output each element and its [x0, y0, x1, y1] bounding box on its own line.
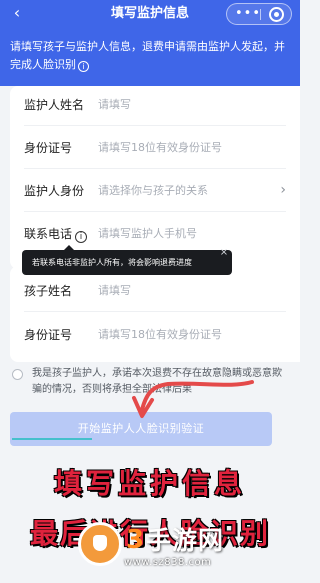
nav-bar: ‹ 填写监护信息 ••• [0, 0, 300, 28]
agreement-text: 我是孩子监护人，承诺本次退费不存在故意隐瞒或恶意欺骗的情况，否则将承担全部法律后… [32, 368, 282, 395]
field-label: 监护人姓名 [24, 98, 85, 112]
watermark-number: 3 [126, 525, 145, 555]
info-icon[interactable]: i [78, 61, 89, 72]
header-background: ‹ 填写监护信息 ••• 请填写孩子与监护人信息，退费申请需由监护人发起，并完成… [0, 0, 300, 86]
guardian-name-input[interactable]: 请填写 [98, 97, 131, 113]
capsule-divider [260, 9, 261, 20]
watermark-url: www.sz838.com [124, 557, 212, 568]
field-label: 联系电话 i [24, 226, 88, 243]
field-label: 孩子姓名 [24, 284, 73, 298]
notice-text: 请填写孩子与监护人信息，退费申请需由监护人发起，并完成人脸识别 i [10, 38, 294, 74]
close-icon[interactable]: × [218, 247, 230, 259]
field-label: 身份证号 [24, 141, 73, 155]
child-id-row[interactable]: 身份证号 请填写18位有效身份证号 [24, 316, 286, 356]
guardian-info-card: 监护人姓名 请填写 身份证号 请填写18位有效身份证号 监护人身份 请选择你与孩… [10, 86, 300, 269]
caption-line-1: 填写监护信息 [53, 467, 246, 500]
agreement: 我是孩子监护人，承诺本次退费不存在故意隐瞒或恶意欺骗的情况，否则将承担全部法律后… [12, 366, 290, 402]
mini-program-capsule: ••• [226, 3, 292, 25]
watermark-logo [78, 522, 122, 566]
field-label: 监护人身份 [24, 184, 85, 198]
child-info-card: 孩子姓名 请填写 身份证号 请填写18位有效身份证号 [10, 266, 300, 362]
start-face-verification-button[interactable]: 开始监护人人脸识别验证 [10, 412, 272, 446]
child-name-input[interactable]: 请填写 [98, 283, 131, 299]
notice-label: 请填写孩子与监护人信息，退费申请需由监护人发起，并完成人脸识别 [10, 40, 285, 71]
agreement-radio[interactable] [12, 369, 23, 380]
more-icon[interactable]: ••• [235, 7, 260, 21]
highlight-line [12, 438, 92, 440]
guardian-name-row[interactable]: 监护人姓名 请填写 [24, 86, 286, 126]
record-icon[interactable] [269, 7, 284, 22]
phone-input[interactable]: 请填写监护人手机号 [98, 226, 197, 242]
child-id-input[interactable]: 请填写18位有效身份证号 [98, 327, 222, 343]
guardian-relation-row[interactable]: 监护人身份 请选择你与孩子的关系 › [24, 172, 286, 212]
child-name-row[interactable]: 孩子姓名 请填写 [24, 272, 286, 312]
chevron-right-icon: › [280, 182, 286, 198]
field-label: 身份证号 [24, 328, 73, 342]
phone-tooltip: 若联系电话非监护人所有，将会影响退费进度 × [22, 245, 232, 275]
phone-label: 联系电话 [24, 227, 73, 241]
tooltip-text: 若联系电话非监护人所有，将会影响退费进度 [32, 258, 192, 267]
info-icon[interactable]: i [75, 231, 88, 243]
relation-select[interactable]: 请选择你与孩子的关系 [98, 183, 208, 199]
watermark-name: 手游网 [146, 526, 225, 555]
guardian-id-row[interactable]: 身份证号 请填写18位有效身份证号 [24, 129, 286, 169]
guardian-id-input[interactable]: 请填写18位有效身份证号 [98, 140, 222, 156]
